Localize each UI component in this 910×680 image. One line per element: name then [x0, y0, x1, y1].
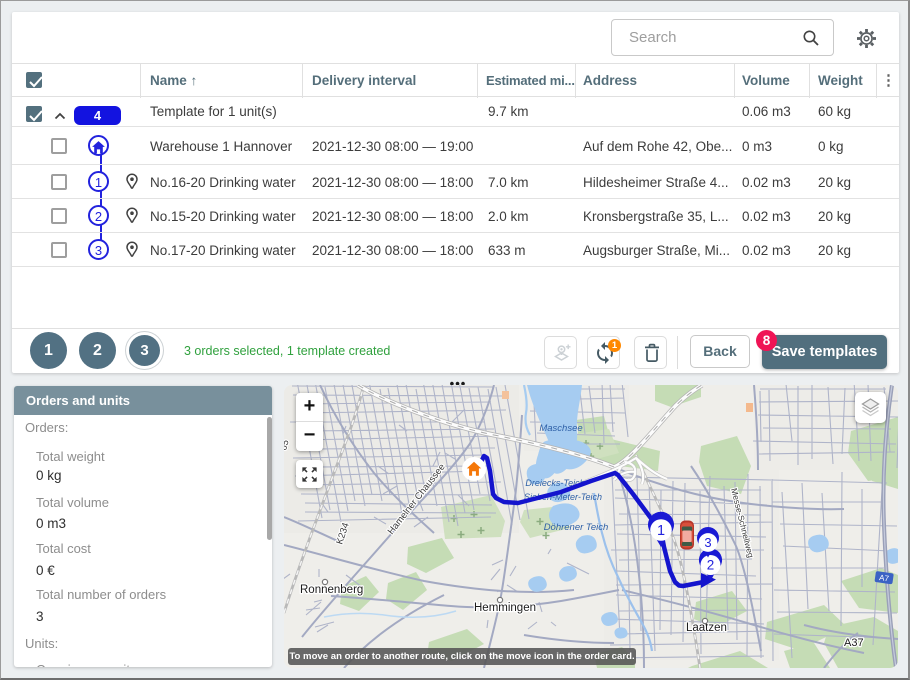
svg-text:A7: A7	[879, 573, 890, 583]
svg-text:A37: A37	[844, 637, 864, 649]
svg-text:2: 2	[707, 558, 715, 573]
svg-text:Hemmingen: Hemmingen	[474, 602, 536, 614]
svg-text:Maschsee: Maschsee	[539, 423, 582, 434]
svg-text:1: 1	[657, 523, 665, 539]
svg-text:Döhrener Teich: Döhrener Teich	[544, 522, 609, 533]
svg-text:Ronnenberg: Ronnenberg	[300, 584, 363, 596]
svg-text:3: 3	[704, 535, 711, 550]
